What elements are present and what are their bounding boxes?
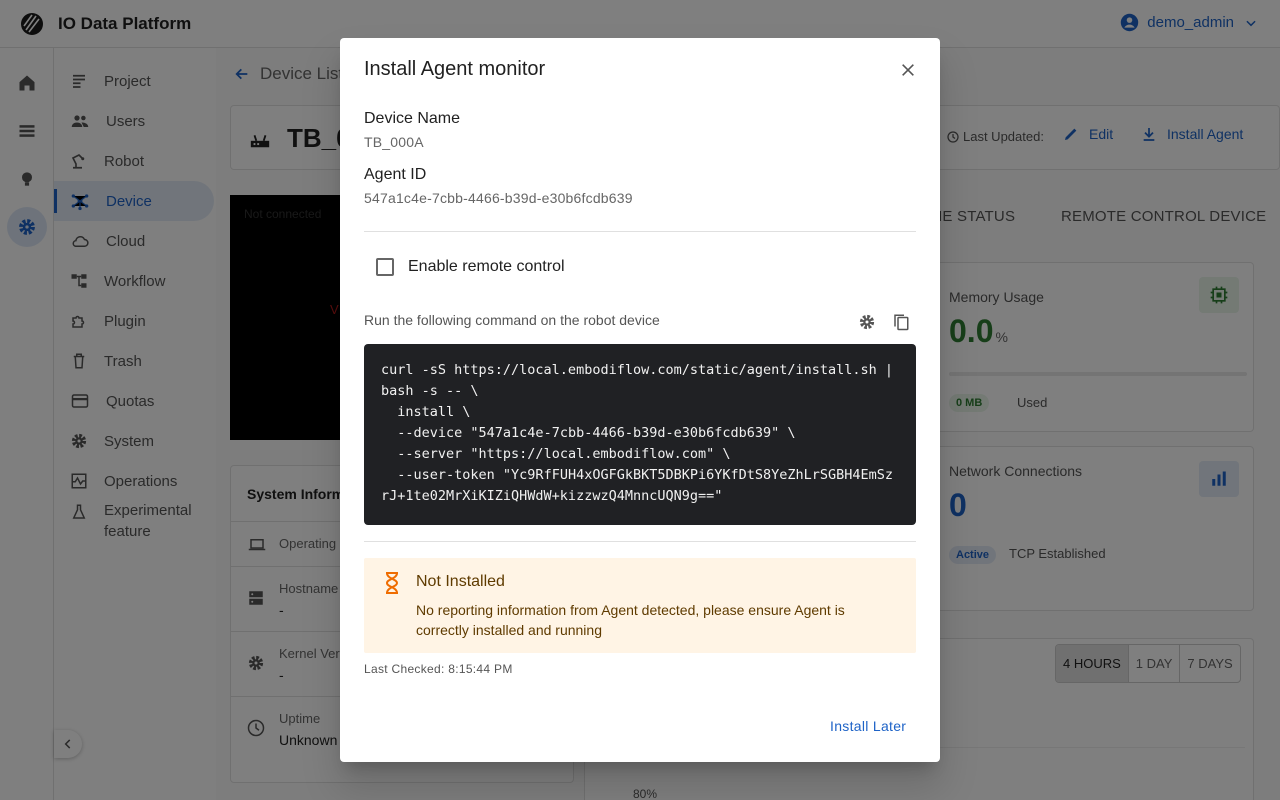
copy-icon	[894, 314, 909, 331]
agent-id-value: 547a1c4e-7cbb-4466-b39d-e30b6fcdb639	[364, 190, 633, 206]
last-checked: Last Checked: 8:15:44 PM	[364, 662, 513, 676]
install-later-button[interactable]: Install Later	[822, 718, 914, 734]
device-name-label: Device Name	[364, 110, 461, 127]
copy-command-button[interactable]	[889, 310, 913, 334]
command-hint: Run the following command on the robot d…	[364, 312, 660, 328]
remote-control-checkbox[interactable]	[376, 258, 394, 276]
divider	[364, 541, 916, 542]
alert-title: Not Installed	[416, 573, 505, 590]
close-icon	[902, 64, 914, 76]
divider	[364, 231, 916, 232]
install-agent-dialog: Install Agent monitor Device Name TB_000…	[340, 38, 940, 762]
hourglass-icon	[385, 572, 399, 594]
close-button[interactable]	[892, 54, 924, 86]
gear-icon	[859, 314, 875, 330]
command-settings-button[interactable]	[855, 310, 879, 334]
alert-message: No reporting information from Agent dete…	[416, 602, 845, 638]
remote-control-option[interactable]: Enable remote control	[376, 258, 565, 276]
agent-id-label: Agent ID	[364, 166, 427, 183]
install-command-text: curl -sS https://local.embodiflow.com/st…	[381, 362, 894, 504]
device-name-value: TB_000A	[364, 134, 424, 150]
not-installed-alert: Not Installed No reporting information f…	[364, 558, 916, 653]
dialog-title: Install Agent monitor	[364, 58, 546, 80]
install-command-block[interactable]: curl -sS https://local.embodiflow.com/st…	[364, 344, 916, 525]
remote-control-label: Enable remote control	[408, 258, 565, 275]
